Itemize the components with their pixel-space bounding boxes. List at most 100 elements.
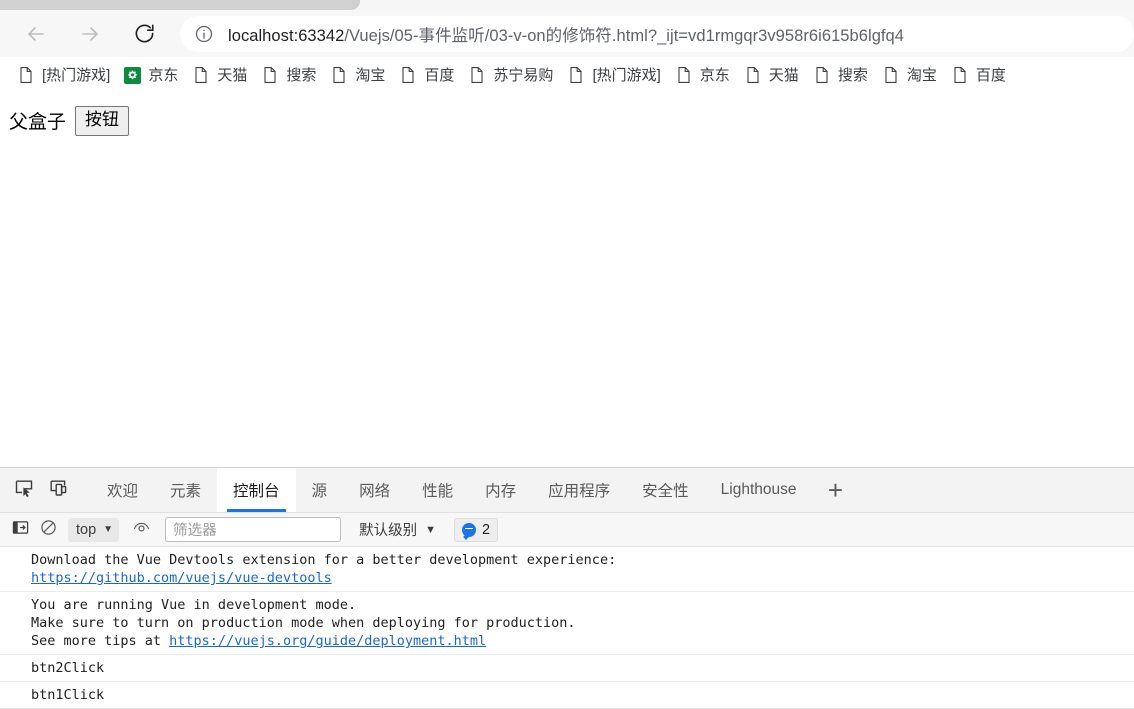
- address-bar[interactable]: localhost:63342/Vuejs/05-事件监听/03-v-on的修饰…: [180, 15, 1134, 52]
- info-circle-icon[interactable]: [194, 24, 214, 44]
- arrow-right-icon: [78, 22, 102, 46]
- tab-lighthouse[interactable]: Lighthouse: [705, 468, 813, 512]
- bookmark-item[interactable]: 天猫: [737, 61, 806, 89]
- message-count: 2: [481, 521, 491, 538]
- page-icon: [951, 66, 969, 84]
- tab-label: Lighthouse: [720, 481, 797, 498]
- tab-performance[interactable]: 性能: [406, 468, 469, 512]
- inspect-element-button[interactable]: [7, 468, 41, 512]
- page-icon: [567, 66, 585, 84]
- bookmark-item[interactable]: [热门游戏]: [560, 61, 667, 89]
- bookmark-item[interactable]: 京东: [117, 61, 185, 89]
- jd-logo-icon: [124, 66, 142, 84]
- bookmark-label: 苏宁易购: [493, 66, 554, 84]
- tab-label: 网络: [359, 483, 391, 500]
- console-message-row[interactable]: You are running Vue in development mode.…: [0, 592, 1134, 655]
- bookmark-item[interactable]: 淘宝: [875, 61, 944, 89]
- tab-welcome[interactable]: 欢迎: [91, 468, 154, 512]
- chevron-down-icon: ▼: [103, 524, 114, 535]
- bookmark-item[interactable]: 京东: [668, 61, 737, 89]
- page-icon: [468, 66, 486, 84]
- tab-label: 内存: [485, 483, 517, 500]
- page-icon: [675, 66, 693, 84]
- bookmark-item[interactable]: 苏宁易购: [461, 61, 560, 89]
- devtools-tabbar: 欢迎 元素 控制台 源 网络 性能 内存 应用程序 安全性 Lighthouse: [0, 468, 1134, 513]
- tab-application[interactable]: 应用程序: [532, 468, 626, 512]
- device-toolbar-button[interactable]: [41, 468, 75, 512]
- bookmark-label: 百度: [424, 66, 455, 84]
- bookmark-item[interactable]: 搜索: [254, 61, 323, 89]
- url-host: localhost:63342: [228, 26, 345, 45]
- bookmark-label: 天猫: [768, 66, 799, 84]
- tab-label: 控制台: [233, 483, 280, 500]
- console-message-row[interactable]: Download the Vue Devtools extension for …: [0, 547, 1134, 592]
- tab-network[interactable]: 网络: [343, 468, 406, 512]
- live-expression-button[interactable]: [127, 517, 155, 543]
- console-filter-placeholder: 筛选器: [173, 523, 217, 539]
- clear-console-icon: [40, 519, 57, 541]
- clear-console-button[interactable]: [34, 517, 62, 543]
- bookmark-label: 百度: [975, 66, 1006, 84]
- page-viewport: 父盒子 按钮: [0, 93, 1134, 467]
- tab-label: 元素: [170, 483, 202, 500]
- url-path: /Vuejs/05-事件监听/03-v-on的修饰符.html?_ijt=vd1…: [344, 26, 905, 45]
- tab-label: 源: [311, 483, 328, 500]
- page-icon: [813, 66, 831, 84]
- tab-label: 安全性: [642, 483, 689, 500]
- console-message-text: Make sure to turn on production mode whe…: [31, 615, 576, 631]
- page-icon: [882, 66, 900, 84]
- console-message-text: btn2Click: [31, 660, 105, 676]
- tab-elements[interactable]: 元素: [154, 468, 217, 512]
- tab-label: 性能: [422, 483, 454, 500]
- tab-label: 欢迎: [107, 483, 139, 500]
- page-icon: [744, 66, 762, 84]
- console-message-row[interactable]: btn2Click: [0, 655, 1134, 682]
- bookmarks-bar: [热门游戏] 京东 天猫 搜索 淘宝 百度 苏宁易购 [热门游戏] 京东 天猫 …: [0, 57, 1134, 93]
- page-icon: [399, 66, 417, 84]
- bookmark-label: 淘宝: [355, 66, 386, 84]
- bookmark-label: 搜索: [286, 66, 317, 84]
- bookmark-item[interactable]: [热门游戏]: [10, 61, 117, 89]
- bookmark-label: [热门游戏]: [42, 66, 111, 84]
- message-bubble-icon: [461, 522, 476, 537]
- back-button[interactable]: [16, 14, 56, 54]
- bookmark-label: 京东: [699, 66, 730, 84]
- bookmark-item[interactable]: 淘宝: [323, 61, 392, 89]
- page-action-button[interactable]: 按钮: [75, 106, 130, 136]
- bookmark-label: [热门游戏]: [592, 66, 661, 84]
- console-message-row[interactable]: btn1Click: [0, 682, 1134, 709]
- console-message-link[interactable]: https://vuejs.org/guide/deployment.html: [169, 633, 486, 649]
- page-icon: [261, 66, 279, 84]
- device-toolbar-icon: [48, 478, 68, 503]
- bookmark-item[interactable]: 搜索: [806, 61, 875, 89]
- bookmark-item[interactable]: 天猫: [185, 61, 254, 89]
- live-expression-icon: [132, 518, 151, 542]
- parent-box-label: 父盒子: [9, 111, 67, 134]
- browser-tab-inner: [0, 0, 352, 9]
- add-panel-button[interactable]: +: [812, 468, 858, 512]
- console-filter-input[interactable]: 筛选器: [165, 517, 342, 542]
- tab-sources[interactable]: 源: [296, 468, 344, 512]
- console-message-text: You are running Vue in development mode.: [31, 597, 357, 613]
- inspect-element-icon: [14, 478, 34, 503]
- execution-context-dropdown[interactable]: top ▼: [68, 517, 120, 542]
- page-icon: [17, 66, 35, 84]
- console-message-link[interactable]: https://github.com/vuejs/vue-devtools: [31, 570, 332, 586]
- reload-button[interactable]: [124, 14, 164, 54]
- tab-security[interactable]: 安全性: [626, 468, 705, 512]
- log-level-dropdown[interactable]: 默认级别 ▼: [355, 518, 440, 542]
- bookmark-label: 搜索: [837, 66, 868, 84]
- console-sidebar-toggle[interactable]: [6, 517, 34, 543]
- browser-toolbar: localhost:63342/Vuejs/05-事件监听/03-v-on的修饰…: [0, 10, 1134, 57]
- console-sidebar-icon: [12, 519, 29, 541]
- chevron-down-icon: ▼: [425, 523, 436, 536]
- bookmark-item[interactable]: 百度: [392, 61, 461, 89]
- forward-button[interactable]: [70, 14, 110, 54]
- tab-console[interactable]: 控制台: [217, 468, 296, 512]
- page-icon: [192, 66, 210, 84]
- console-log-list: Download the Vue Devtools extension for …: [0, 547, 1134, 709]
- bookmark-item[interactable]: 百度: [944, 61, 1013, 89]
- tab-memory[interactable]: 内存: [469, 468, 532, 512]
- message-count-badge[interactable]: 2: [453, 517, 499, 542]
- devtools-panel: 欢迎 元素 控制台 源 网络 性能 内存 应用程序 安全性 Lighthouse: [0, 467, 1134, 709]
